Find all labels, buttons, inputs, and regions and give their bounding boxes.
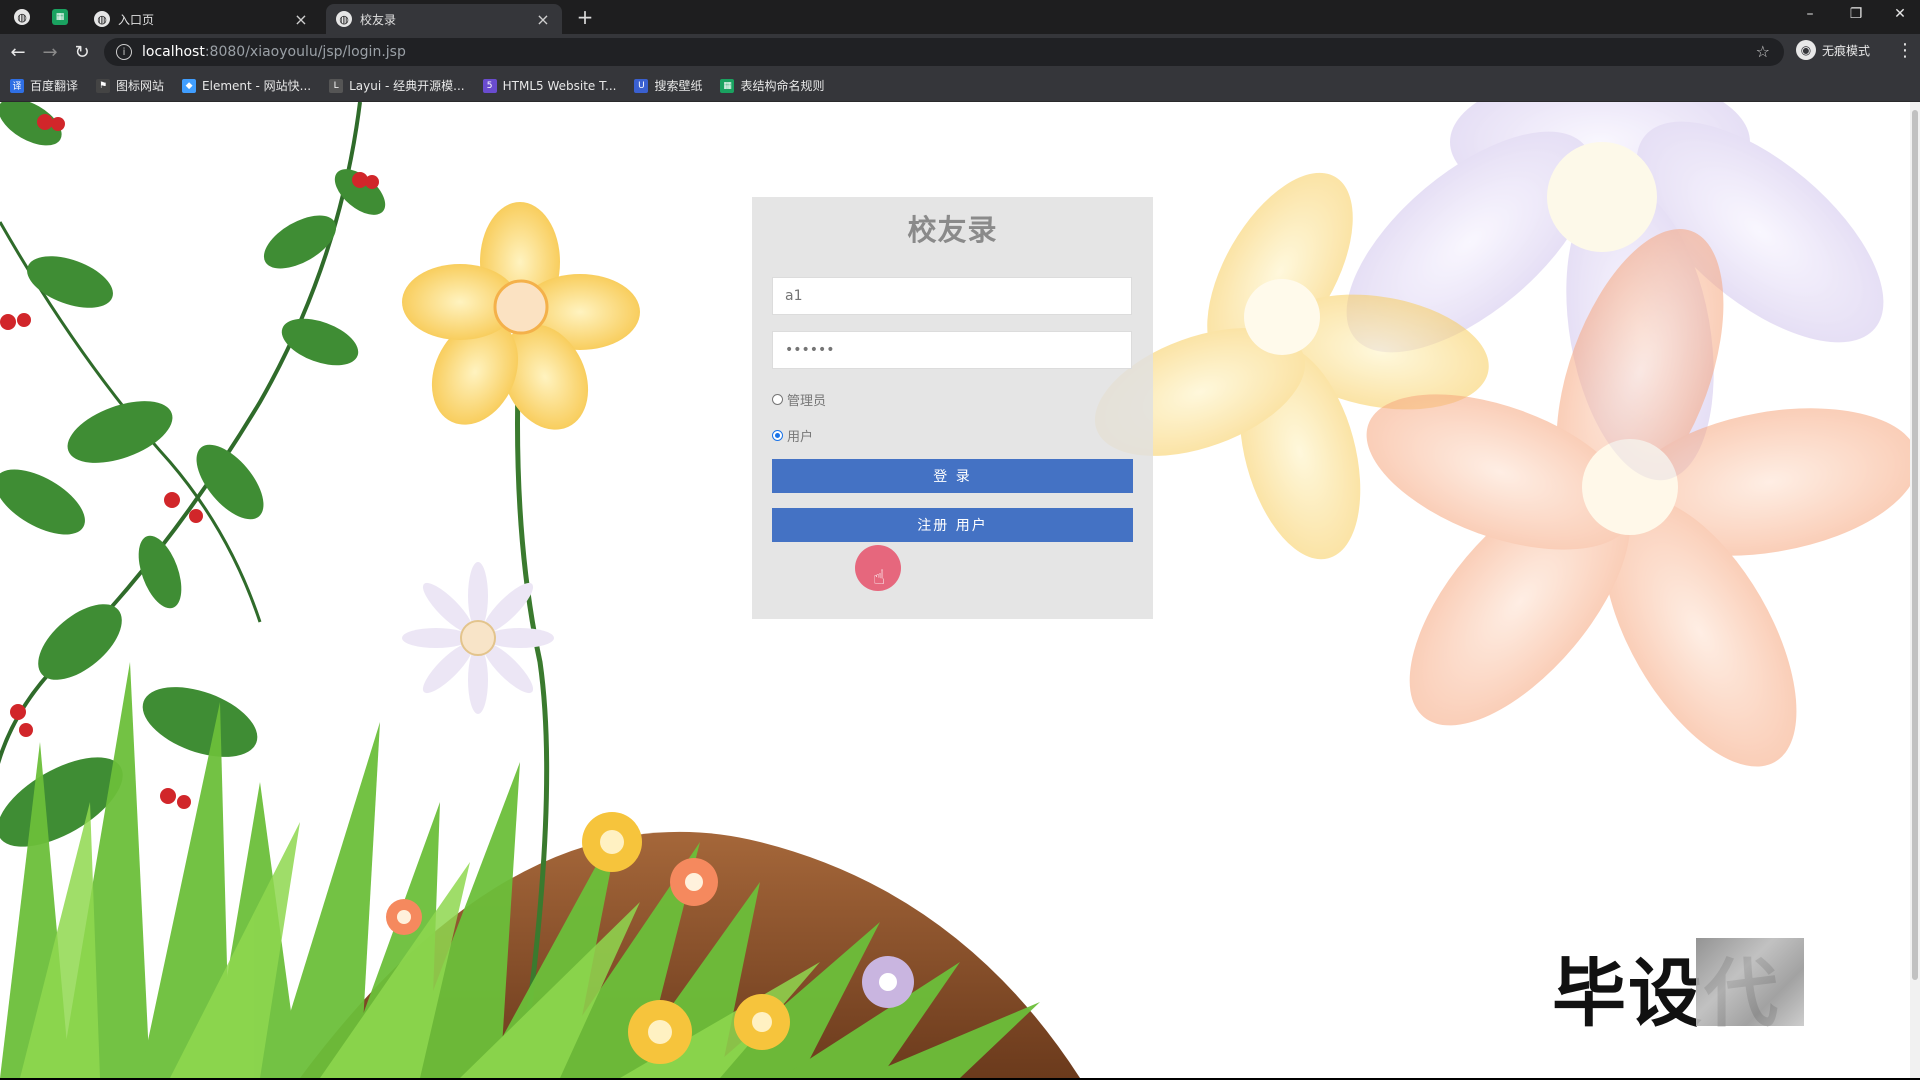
password-value: •••••• xyxy=(785,342,835,358)
globe-icon: ◍ xyxy=(94,11,110,27)
bookmark-item[interactable]: ⚑ 图标网站 xyxy=(96,77,164,94)
incognito-label: 无痕模式 xyxy=(1822,43,1871,58)
page-viewport: 校友录 a1 •••••• 管理员 用户 登 录 注册 用户 ☝ 毕设代 xyxy=(0,102,1920,1078)
wallpaper-icon: U xyxy=(634,78,649,93)
html5-icon: 5 xyxy=(482,78,497,93)
bookmark-label: Element - 网站快... xyxy=(202,79,312,93)
username-value: a1 xyxy=(785,288,803,304)
login-title: 校友录 xyxy=(907,213,998,247)
url-host: localhost xyxy=(142,44,205,60)
bookmark-label: 百度翻译 xyxy=(30,79,79,93)
scrollbar-thumb[interactable] xyxy=(1912,110,1918,980)
bookmark-label: HTML5 Website T... xyxy=(502,78,617,93)
close-icon[interactable]: × xyxy=(292,10,310,29)
new-tab-button[interactable]: + xyxy=(572,4,598,30)
layui-icon: L xyxy=(329,78,344,93)
mosaic-blur xyxy=(1696,938,1804,1026)
bookmark-item[interactable]: U 搜索壁纸 xyxy=(634,77,702,94)
hand-cursor-icon: ☝ xyxy=(873,565,886,589)
bookmark-item[interactable]: 译 百度翻译 xyxy=(10,77,78,94)
sheet-icon[interactable]: ▦ xyxy=(52,9,68,25)
tab-entry[interactable]: ◍ 入口页 × xyxy=(84,4,320,34)
tab-strip: ◍ ▦ ◍ 入口页 × ◍ 校友录 × + – ❐ ✕ xyxy=(0,0,1920,34)
bookmark-item[interactable]: ▦ 表结构命名规则 xyxy=(720,77,824,94)
back-button[interactable]: ← xyxy=(6,40,30,64)
bookmark-label: 表结构命名规则 xyxy=(740,79,825,93)
info-icon[interactable]: i xyxy=(116,44,132,60)
register-button[interactable]: 注册 用户 xyxy=(772,508,1133,542)
role-user-label: 用户 xyxy=(787,430,814,445)
close-icon[interactable]: × xyxy=(534,10,552,29)
bookmark-label: Layui - 经典开源模... xyxy=(349,79,465,93)
page-scrollbar[interactable] xyxy=(1910,102,1920,1078)
role-user[interactable]: 用户 xyxy=(772,426,813,445)
login-panel: 校友录 a1 •••••• 管理员 用户 登 录 注册 用户 xyxy=(752,197,1153,619)
globe-icon: ◍ xyxy=(336,11,352,27)
menu-icon[interactable]: ⋮ xyxy=(1896,40,1914,61)
tab-title: 校友录 xyxy=(360,12,397,27)
minimize-button[interactable]: – xyxy=(1788,0,1832,28)
restore-button[interactable]: ❐ xyxy=(1834,0,1878,28)
incognito-indicator[interactable]: ◉ 无痕模式 xyxy=(1796,40,1870,60)
globe-icon[interactable]: ◍ xyxy=(14,9,30,25)
bookmark-item[interactable]: L Layui - 经典开源模... xyxy=(329,77,465,94)
bookmarks-bar: 译 百度翻译 ⚑ 图标网站 ◆ Element - 网站快... L Layui… xyxy=(0,70,1920,102)
tab-xiaoyoulu[interactable]: ◍ 校友录 × xyxy=(326,4,562,34)
address-bar[interactable]: i localhost :8080/xiaoyoulu/jsp/login.js… xyxy=(104,38,1784,66)
login-button[interactable]: 登 录 xyxy=(772,459,1133,493)
role-admin-label: 管理员 xyxy=(787,394,827,409)
sheet-icon: ▦ xyxy=(720,78,735,93)
white-daisy xyxy=(402,562,554,714)
bookmark-label: 图标网站 xyxy=(116,79,165,93)
user-radio[interactable] xyxy=(772,430,783,441)
role-admin[interactable]: 管理员 xyxy=(772,390,826,409)
pinned-tabs: ◍ ▦ xyxy=(14,0,68,34)
incognito-icon: ◉ xyxy=(1796,40,1816,60)
username-input[interactable]: a1 xyxy=(772,277,1132,315)
window-close-button[interactable]: ✕ xyxy=(1878,0,1920,28)
yellow-flower xyxy=(402,202,640,430)
translate-icon: 译 xyxy=(10,78,24,93)
forward-button[interactable]: → xyxy=(38,40,62,64)
url-path: :8080/xiaoyoulu/jsp/login.jsp xyxy=(204,44,406,60)
admin-radio[interactable] xyxy=(772,394,783,405)
password-input[interactable]: •••••• xyxy=(772,331,1132,369)
bookmark-item[interactable]: ◆ Element - 网站快... xyxy=(182,77,311,94)
bookmark-item[interactable]: 5 HTML5 Website T... xyxy=(482,78,617,93)
bookmark-label: 搜索壁纸 xyxy=(654,79,703,93)
element-icon: ◆ xyxy=(182,78,197,93)
reload-button[interactable]: ↻ xyxy=(70,40,94,64)
browser-toolbar: ← → ↻ i localhost :8080/xiaoyoulu/jsp/lo… xyxy=(0,34,1920,70)
flag-icon: ⚑ xyxy=(96,78,111,93)
tab-title: 入口页 xyxy=(118,12,155,27)
star-icon[interactable]: ☆ xyxy=(1756,42,1770,61)
